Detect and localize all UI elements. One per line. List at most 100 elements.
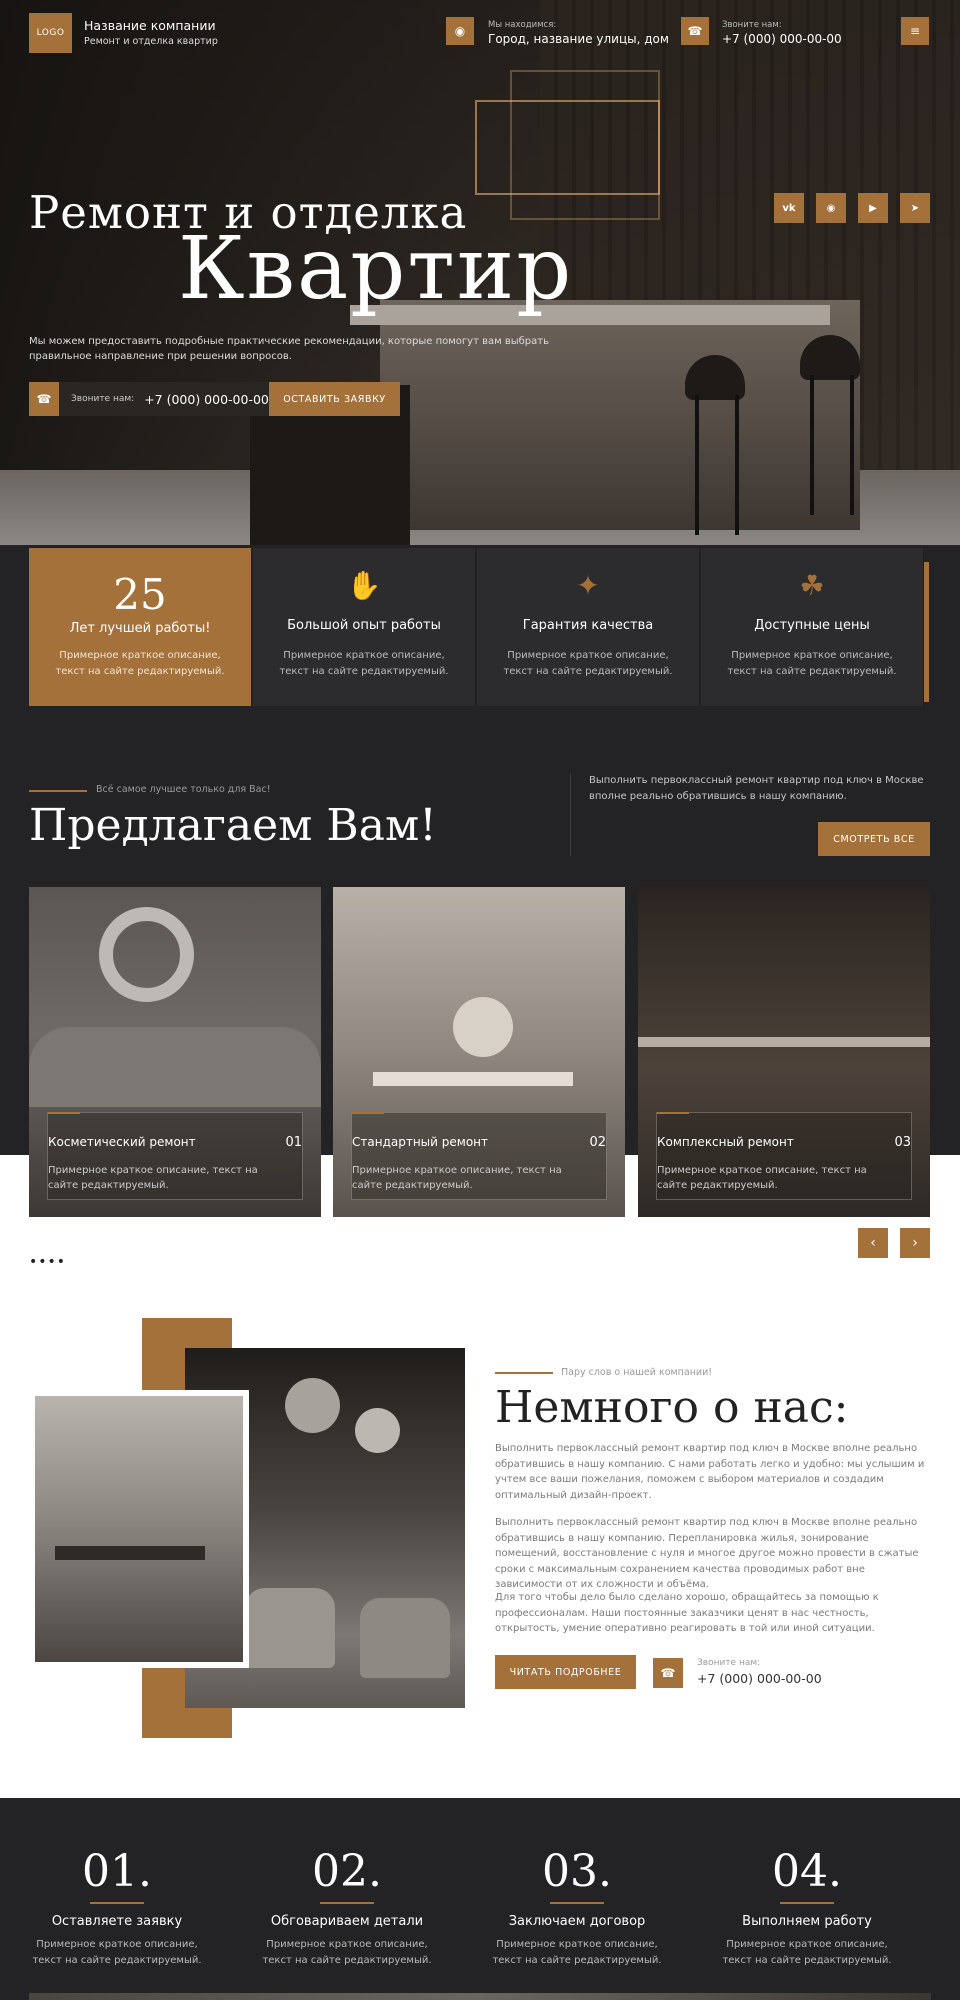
hero-call-bar[interactable]: ☎ Звоните нам: +7 (000) 000-00-00 (29, 382, 269, 416)
logo[interactable]: LOGO (29, 13, 72, 53)
next-arrow-icon[interactable]: › (900, 1228, 930, 1258)
feature-card-quality: ✦ Гарантия качества Примерное краткое оп… (477, 548, 700, 706)
about-title: Немного о нас: (495, 1382, 849, 1433)
step-desc: Примерное краткое описание, текст на сай… (32, 1939, 202, 1966)
about-phone-label: Звоните нам: (697, 1658, 761, 1668)
feature-title: Гарантия качества (522, 618, 654, 633)
step-item: 03. Заключаем договор Примерное краткое … (477, 1850, 677, 1969)
hero-pendant-light (510, 70, 660, 220)
step-underline (550, 1902, 604, 1904)
location-label: Мы находимся: (488, 20, 557, 30)
phone-label: Звоните нам: (722, 20, 782, 30)
card-desc: Примерное краткое описание, текст на сай… (48, 1165, 258, 1191)
vk-icon[interactable]: vk (774, 193, 804, 223)
about-image-armchair (245, 1588, 335, 1668)
offer-title: Предлагаем Вам! (29, 800, 437, 851)
telegram-icon[interactable]: ➤ (900, 193, 930, 223)
location-pin-icon: ◉ (446, 17, 474, 45)
card-number: 02 (589, 1135, 606, 1150)
hero-stool-leg (735, 395, 739, 535)
leave-request-button[interactable]: ОСТАВИТЬ ЗАЯВКУ (269, 382, 400, 416)
next-section-image-edge (29, 1993, 931, 2000)
hero-lead: Мы можем предоставить подробные практиче… (29, 336, 549, 362)
hero-section: LOGO Название компании Ремонт и отделка … (0, 0, 960, 545)
about-image-armchair (360, 1598, 450, 1678)
card-number: 03 (894, 1135, 911, 1150)
whatsapp-icon[interactable]: ◉ (816, 193, 846, 223)
feature-title: Доступные цены (754, 618, 870, 633)
phone-icon: ☎ (681, 17, 709, 45)
step-number: 02. (312, 1846, 382, 1897)
offer-desc: Выполнить первоклассный ремонт квартир п… (589, 775, 924, 802)
card-title: Комплексный ремонт (657, 1135, 794, 1149)
hero-stool-leg (810, 375, 814, 515)
hero-title-accent: Квартир (178, 219, 574, 319)
step-title: Обговариваем детали (270, 1914, 424, 1929)
feature-card-years: 25 Лет лучшей работы! Примерное краткое … (29, 548, 252, 706)
step-item: 04. Выполняем работу Примерное краткое о… (707, 1850, 907, 1969)
card-title: Косметический ремонт (48, 1135, 196, 1149)
menu-hamburger-icon[interactable]: ≡ (901, 17, 929, 45)
step-desc: Примерное краткое описание, текст на сай… (722, 1939, 892, 1966)
step-item: 01. Оставляете заявку Примерное краткое … (17, 1850, 217, 1969)
read-more-button[interactable]: ЧИТАТЬ ПОДРОБНЕЕ (495, 1655, 636, 1689)
step-number: 01. (82, 1846, 152, 1897)
feature-title: Большой опыт работы (287, 618, 441, 633)
youtube-icon[interactable]: ▶ (858, 193, 888, 223)
feature-desc: Примерное краткое описание, текст на сай… (55, 650, 225, 677)
phone-link[interactable]: +7 (000) 000-00-00 (722, 32, 842, 46)
card-caption: Косметический ремонт 01 Примерное кратко… (47, 1112, 303, 1200)
hero-stool-leg (850, 375, 854, 515)
step-desc: Примерное краткое описание, текст на сай… (262, 1939, 432, 1966)
about-eyebrow: Пару слов о нашей компании! (561, 1367, 713, 1378)
company-name: Название компании (84, 18, 216, 33)
card-accent-bar (352, 1112, 384, 1114)
card-image-lamp (453, 997, 513, 1057)
location-value: Город, название улицы, дом (488, 32, 669, 46)
step-title: Оставляете заявку (51, 1914, 183, 1929)
hero-stool-leg (695, 395, 699, 535)
card-caption: Стандартный ремонт 02 Примерное краткое … (351, 1112, 607, 1200)
feature-desc: Примерное краткое описание, текст на сай… (503, 650, 673, 677)
eyebrow-line (495, 1372, 553, 1374)
card-desc: Примерное краткое описание, текст на сай… (352, 1165, 562, 1191)
step-item: 02. Обговариваем детали Примерное кратко… (247, 1850, 447, 1969)
card-image-fireplace (99, 907, 194, 1002)
thumbs-up-icon: ✋ (346, 569, 382, 602)
service-card[interactable]: Стандартный ремонт 02 Примерное краткое … (333, 887, 625, 1217)
step-title: Выполняем работу (742, 1914, 872, 1929)
about-paragraph: Выполнить первоклассный ремонт квартир п… (495, 1517, 919, 1590)
quality-shield-icon: ✦ (576, 569, 600, 602)
step-desc: Примерное краткое описание, текст на сай… (492, 1939, 662, 1966)
about-image-table (55, 1546, 205, 1560)
offer-divider (570, 773, 571, 856)
about-image-lamp (355, 1408, 400, 1453)
service-card[interactable]: Косметический ремонт 01 Примерное кратко… (29, 887, 321, 1217)
about-image-secondary (29, 1390, 249, 1668)
card-image-table (373, 1072, 573, 1086)
step-underline (320, 1902, 374, 1904)
company-subtitle: Ремонт и отделка квартир (84, 36, 218, 47)
card-accent-bar (48, 1112, 80, 1114)
card-accent-bar (657, 1112, 689, 1114)
card-image-counter (638, 1037, 930, 1047)
about-phone-value[interactable]: +7 (000) 000-00-00 (697, 1671, 822, 1686)
price-tag-icon: ☘ (799, 569, 825, 602)
card-desc: Примерное краткое описание, текст на сай… (657, 1165, 867, 1191)
card-image-lights (638, 887, 818, 987)
see-all-button[interactable]: СМОТРЕТЬ ВСЕ (818, 822, 930, 856)
phone-icon: ☎ (29, 382, 59, 416)
hero-call-value: +7 (000) 000-00-00 (144, 391, 269, 407)
carousel-dots[interactable]: •••• (29, 1255, 66, 1269)
hero-call-label: Звоните нам: (71, 394, 135, 404)
years-value: 25 (113, 570, 167, 619)
about-paragraph: Выполнить первоклассный ремонт квартир п… (495, 1443, 925, 1501)
step-underline (780, 1902, 834, 1904)
feature-card-prices: ☘ Доступные цены Примерное краткое описа… (701, 548, 924, 706)
about-image-lamp (285, 1378, 340, 1433)
card-caption: Комплексный ремонт 03 Примерное краткое … (656, 1112, 912, 1200)
service-card[interactable]: Комплексный ремонт 03 Примерное краткое … (638, 887, 930, 1217)
step-underline (90, 1902, 144, 1904)
prev-arrow-icon[interactable]: ‹ (858, 1228, 888, 1258)
step-title: Заключаем договор (508, 1914, 646, 1929)
